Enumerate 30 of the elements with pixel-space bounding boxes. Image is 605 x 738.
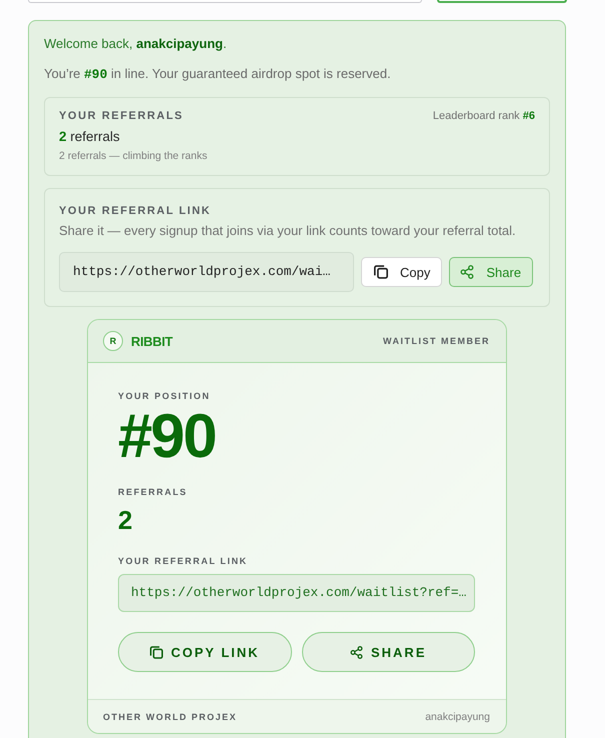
share-button[interactable]: Share xyxy=(449,257,534,287)
position-text: You’re #90 in line. Your guaranteed airdrop spot is reserved. xyxy=(44,65,392,84)
link-label: YOUR REFERRAL LINK xyxy=(118,555,249,567)
position-label: YOUR POSITION xyxy=(118,390,212,402)
copy-icon xyxy=(150,646,163,658)
logo-badge: R xyxy=(103,331,123,351)
link-field[interactable]: https://otherworldprojex.com/waitlist?ref=… xyxy=(118,574,475,612)
copy-button[interactable]: Copy xyxy=(361,257,442,287)
brand-name: RIBBIT xyxy=(131,334,173,348)
share-icon xyxy=(350,646,363,658)
footer-username: anakcipayung xyxy=(425,710,490,722)
copy-icon xyxy=(374,265,388,279)
referral-count: 2 referrals xyxy=(59,128,121,146)
panel-description: Share it — every signup that joins via your link counts toward your referral total. xyxy=(59,222,517,240)
link-field[interactable]: https://otherworldprojex.com/wai… xyxy=(59,252,354,292)
member-label: WAITLIST MEMBER xyxy=(383,336,490,346)
referral-note: 2 referrals — climbing the ranks xyxy=(59,149,208,163)
leaderboard-rank: Leaderboard rank #6 xyxy=(432,109,535,123)
position-number: #90 xyxy=(118,406,216,468)
referrals-label: REFERRALS xyxy=(118,486,188,498)
share-button[interactable]: SHARE xyxy=(302,632,475,672)
outline-button[interactable] xyxy=(437,0,567,3)
welcome-text: Welcome back, anakcipayung. xyxy=(44,35,228,53)
share-icon xyxy=(460,265,474,279)
input-field[interactable] xyxy=(28,0,422,3)
copy-link-button[interactable]: COPY LINK xyxy=(118,632,292,672)
panel-title: YOUR REFERRAL LINK xyxy=(59,204,212,218)
footer-brand: OTHER WORLD PROJEX xyxy=(103,712,238,722)
referrals-number: 2 xyxy=(118,507,134,533)
panel-title: YOUR REFERRALS xyxy=(59,109,184,123)
